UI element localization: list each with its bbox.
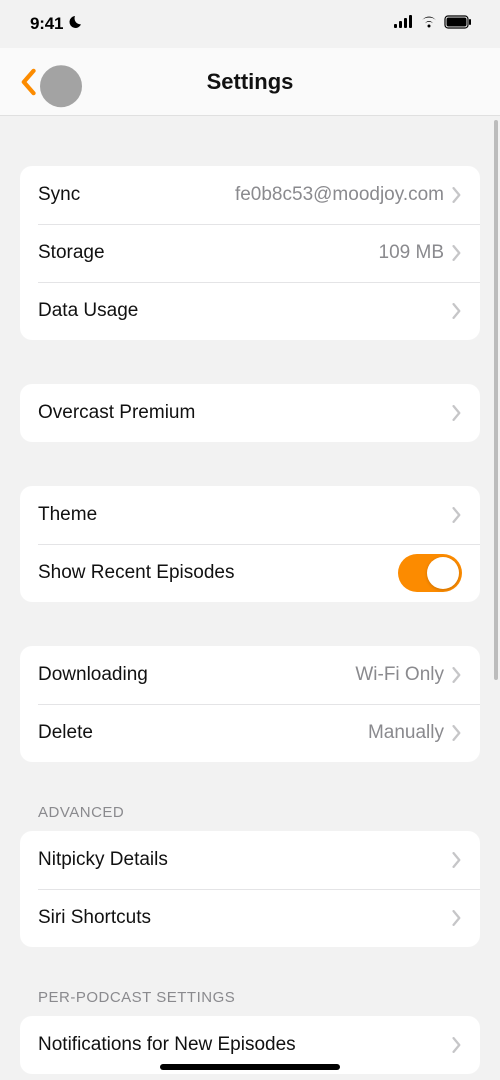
row-label: Notifications for New Episodes [38, 1034, 452, 1056]
toggle-show-recent-episodes[interactable] [398, 554, 462, 592]
row-delete[interactable]: Delete Manually [20, 704, 480, 762]
home-indicator[interactable] [160, 1064, 340, 1070]
row-label: Downloading [38, 664, 355, 686]
row-value: 109 MB [379, 242, 444, 264]
chevron-right-icon [452, 187, 462, 203]
wifi-icon [420, 15, 438, 33]
row-data-usage[interactable]: Data Usage [20, 282, 480, 340]
row-label: Overcast Premium [38, 402, 452, 424]
row-value: Manually [368, 722, 444, 744]
chevron-right-icon [452, 667, 462, 683]
chevron-right-icon [452, 245, 462, 261]
chevron-left-icon [18, 68, 38, 96]
row-storage[interactable]: Storage 109 MB [20, 224, 480, 282]
section-account: Sync fe0b8c53@moodjoy.com Storage 109 MB… [20, 166, 480, 340]
content-scroll[interactable]: Sync fe0b8c53@moodjoy.com Storage 109 MB… [0, 116, 500, 1080]
cellular-signal-icon [394, 15, 414, 33]
scroll-indicator[interactable] [494, 120, 498, 680]
toggle-knob [427, 557, 459, 589]
row-label: Sync [38, 184, 235, 206]
row-value: Wi-Fi Only [355, 664, 444, 686]
row-value: fe0b8c53@moodjoy.com [235, 184, 444, 206]
section-header-per-podcast: PER-PODCAST SETTINGS [20, 989, 480, 1006]
section-downloads: Downloading Wi-Fi Only Delete Manually [20, 646, 480, 762]
row-show-recent-episodes: Show Recent Episodes [20, 544, 480, 602]
row-nitpicky-details[interactable]: Nitpicky Details [20, 831, 480, 889]
row-label: Nitpicky Details [38, 849, 452, 871]
battery-icon [444, 15, 472, 34]
row-sync[interactable]: Sync fe0b8c53@moodjoy.com [20, 166, 480, 224]
do-not-disturb-icon [67, 14, 83, 35]
section-header-advanced: ADVANCED [20, 804, 480, 821]
row-label: Delete [38, 722, 368, 744]
chevron-right-icon [452, 1037, 462, 1053]
status-bar: 9:41 [0, 0, 500, 48]
navigation-bar: Settings [0, 48, 500, 116]
chevron-right-icon [452, 725, 462, 741]
row-overcast-premium[interactable]: Overcast Premium [20, 384, 480, 442]
row-theme[interactable]: Theme [20, 486, 480, 544]
section-premium: Overcast Premium [20, 384, 480, 442]
row-label: Theme [38, 504, 452, 526]
chevron-right-icon [452, 405, 462, 421]
status-time: 9:41 [30, 14, 63, 34]
chevron-right-icon [452, 910, 462, 926]
row-downloading[interactable]: Downloading Wi-Fi Only [20, 646, 480, 704]
row-label: Siri Shortcuts [38, 907, 452, 929]
row-siri-shortcuts[interactable]: Siri Shortcuts [20, 889, 480, 947]
section-display: Theme Show Recent Episodes [20, 486, 480, 602]
chevron-right-icon [452, 303, 462, 319]
status-right [394, 15, 472, 34]
row-label: Show Recent Episodes [38, 562, 398, 584]
row-label: Data Usage [38, 300, 452, 322]
avatar[interactable] [40, 65, 82, 107]
chevron-right-icon [452, 852, 462, 868]
status-left: 9:41 [30, 14, 83, 35]
section-advanced: Nitpicky Details Siri Shortcuts [20, 831, 480, 947]
row-label: Storage [38, 242, 379, 264]
chevron-right-icon [452, 507, 462, 523]
